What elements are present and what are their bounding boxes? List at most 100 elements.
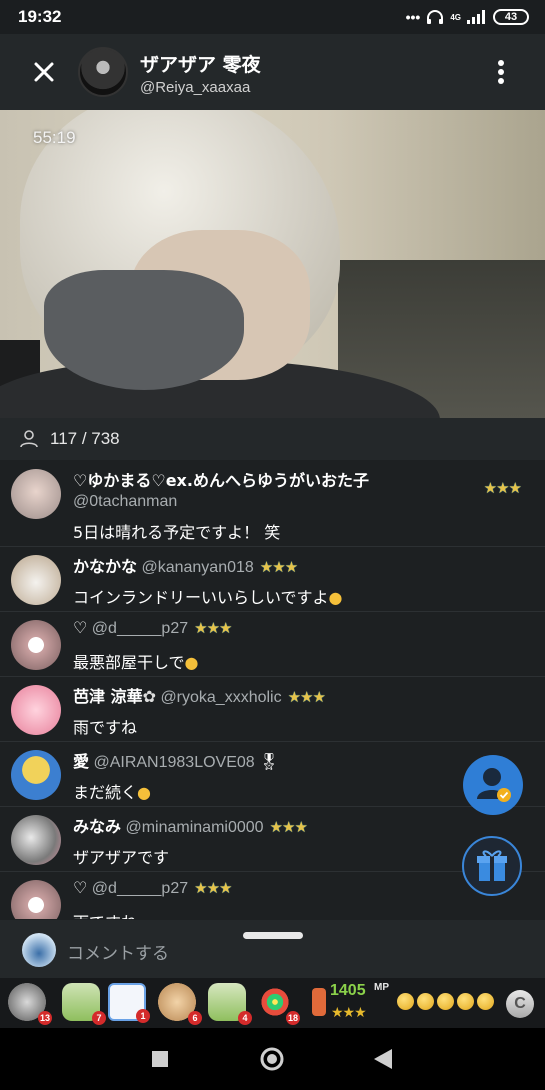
comment-text: コインランドリーいいらしいですよ: [73, 588, 329, 607]
comment-text: 5日は晴れる予定ですよ！ 笑: [73, 523, 281, 542]
commenter-avatar[interactable]: [11, 555, 61, 605]
gift-count: 4: [238, 1011, 252, 1025]
coin-icon: [477, 993, 494, 1010]
viewer-count: 117 / 738: [50, 429, 120, 448]
comment-text: まだ続く: [73, 783, 138, 802]
battery-icon: 43: [493, 9, 529, 25]
back-button[interactable]: [368, 1044, 398, 1074]
sad-emoji-icon: ●: [137, 783, 151, 802]
comment-input[interactable]: コメントする: [67, 939, 169, 964]
streamer-avatar[interactable]: [78, 47, 128, 97]
gift-item-fireworks[interactable]: 18: [256, 983, 300, 1025]
commenter-avatar[interactable]: [11, 880, 61, 919]
gift-count: 7: [92, 1011, 106, 1025]
network-label: 4G: [450, 12, 461, 22]
commenter-name: ♡: [73, 878, 88, 897]
commenter-name: 芭津 涼華: [73, 687, 143, 706]
commenter-handle: @0tachanman: [73, 493, 178, 510]
viewer-count-bar: 117 / 738: [0, 418, 545, 460]
coin-icon: [397, 993, 414, 1010]
badge-stars-icon: ★★★: [194, 880, 232, 897]
badge-stars-icon: ★★★: [194, 620, 232, 637]
badge-stars-icon: ★★★: [287, 689, 326, 706]
status-icons: ••• 4G 43: [406, 8, 529, 26]
signal-icon: [467, 10, 485, 24]
coin-icon: [437, 993, 454, 1010]
comment-input-bar[interactable]: コメントする: [0, 920, 545, 978]
c-button[interactable]: C: [506, 990, 534, 1018]
comment-text: ザアザアです: [73, 848, 170, 867]
mp-value: 1405: [330, 982, 366, 999]
laughing-emoji-icon: ●: [184, 653, 199, 672]
badge-stars-icon: ★★★: [259, 559, 298, 576]
comment-item: ♡ゆかまる♡ex.めんへらゆうがいおた子 @0tachanman ★★★ 5日は…: [0, 461, 545, 547]
gift-item-tea-100[interactable]: 4: [208, 983, 252, 1025]
coin-icon: [417, 993, 434, 1010]
person-icon: [20, 430, 38, 448]
commenter-name: 愛: [73, 752, 90, 771]
more-vertical-icon[interactable]: [491, 56, 511, 88]
commenter-handle: @d_____p27: [91, 880, 189, 897]
gift-button[interactable]: [462, 836, 522, 896]
commenter-handle: @kananyan018: [141, 559, 254, 576]
coin-icon: [457, 993, 474, 1010]
stream-timer: 55:19: [33, 128, 76, 147]
gift-count: 1: [136, 1009, 150, 1023]
live-video[interactable]: 55:19: [0, 110, 545, 418]
headphones-icon: [427, 10, 444, 24]
circle-icon: [260, 1047, 284, 1071]
badge-stars-icon: ★★★: [483, 479, 522, 497]
more-dots-icon: •••: [405, 9, 421, 25]
commenter-name: みなみ: [73, 817, 122, 836]
mp-stars-icon: ★★★: [331, 1005, 367, 1021]
gift-count: 18: [285, 1011, 300, 1025]
square-icon: [152, 1051, 168, 1067]
commenter-handle: @ryoka_xxxholic: [160, 689, 282, 706]
commenter-avatar[interactable]: [11, 469, 61, 519]
commenter-name: ♡ゆかまる♡ex.めんへらゆうがいおた子: [73, 471, 369, 490]
home-button[interactable]: [257, 1044, 287, 1074]
gift-item-tea[interactable]: 7: [62, 983, 106, 1025]
commenter-handle: @minaminami0000: [125, 819, 264, 836]
commenter-avatar[interactable]: [11, 750, 61, 800]
commenter-avatar[interactable]: [11, 815, 61, 865]
gift-item-coin-stack[interactable]: 13: [8, 983, 52, 1025]
lightbulb-emoji-icon: ●: [328, 588, 343, 607]
system-nav-bar: [0, 1028, 545, 1090]
triangle-back-icon: [374, 1049, 392, 1069]
recents-button[interactable]: [145, 1044, 175, 1074]
comment-item: かなかな @kananyan018 ★★★ コインランドリーいいらしいですよ●: [0, 547, 545, 612]
comment-item: ♡ @d_____p27 ★★★ 最悪部屋干しで●: [0, 612, 545, 677]
gift-item-partial[interactable]: [312, 988, 326, 1016]
comment-text: 雨ですね: [73, 718, 138, 737]
follow-profile-button[interactable]: [463, 755, 523, 815]
medal-badge-icon: 🎖: [258, 754, 279, 771]
streamer-name: ザアザア 零夜: [140, 54, 261, 76]
person-check-icon: [477, 768, 511, 802]
commenter-name: かなかな: [73, 557, 138, 576]
drag-handle[interactable]: [243, 932, 303, 939]
my-avatar: [22, 933, 56, 967]
gift-count: 13: [37, 1011, 52, 1025]
commenter-avatar[interactable]: [11, 620, 61, 670]
comment-text: 雨ですね: [73, 909, 137, 919]
commenter-name: ♡: [73, 618, 88, 637]
gift-item-card[interactable]: 1: [108, 983, 150, 1023]
badge-stars-icon: ★★★: [269, 819, 308, 836]
status-time: 19:32: [18, 7, 62, 26]
status-bar: 19:32 ••• 4G 43: [0, 0, 545, 34]
gift-bar: 13 7 1 6 4 18 1405 MP ★★★ C: [0, 978, 545, 1028]
comment-item: 芭津 涼華✿ @ryoka_xxxholic ★★★ 雨ですね: [0, 677, 545, 742]
flower-badge-icon: ✿: [142, 689, 156, 706]
mp-label: MP: [374, 982, 389, 993]
commenter-avatar[interactable]: [11, 685, 61, 735]
coin-meter: [397, 993, 494, 1010]
gift-item-clap[interactable]: 6: [158, 983, 202, 1025]
commenter-handle: @d_____p27: [91, 620, 189, 637]
comment-text: 最悪部屋干しで: [73, 653, 185, 672]
gift-icon: [477, 850, 507, 881]
stream-header: ザアザア 零夜 @Reiya_xaaxaa: [0, 34, 545, 110]
commenter-handle: @AIRAN1983LOVE08: [93, 754, 255, 771]
close-icon[interactable]: [28, 56, 60, 88]
streamer-handle: @Reiya_xaaxaa: [140, 79, 251, 96]
